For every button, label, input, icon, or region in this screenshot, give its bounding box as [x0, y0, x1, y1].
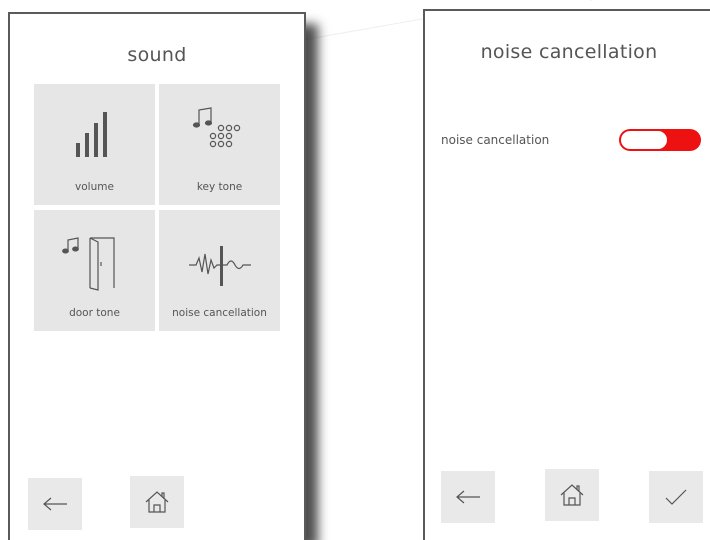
volume-tile[interactable]: volume	[34, 84, 155, 205]
tile-label-key-tone: key tone	[196, 181, 243, 193]
key-tone-tile[interactable]: key tone	[159, 84, 280, 205]
tile-label-noise-cancellation: noise cancellation	[172, 307, 267, 319]
toggle-knob	[620, 130, 668, 150]
confirm-button[interactable]	[649, 471, 703, 523]
page-title: sound	[127, 44, 187, 66]
back-button[interactable]	[441, 471, 495, 523]
tile-label-volume: volume	[75, 181, 114, 193]
back-arrow-icon	[43, 497, 67, 511]
page-title: noise cancellation	[480, 41, 658, 63]
back-button[interactable]	[28, 478, 82, 530]
noise-cancellation-toggle[interactable]	[619, 129, 701, 151]
noise-cancellation-tile[interactable]: noise cancellation	[159, 210, 280, 331]
tile-label-door-tone: door tone	[69, 307, 120, 319]
home-icon	[560, 484, 584, 506]
back-arrow-icon	[456, 490, 480, 504]
checkmark-icon	[665, 489, 687, 505]
noise-cancellation-screen: noise cancellation noise cancellation	[423, 9, 710, 540]
sound-screen: sound volume key tone door tone noise ca…	[8, 12, 306, 540]
home-button[interactable]	[130, 476, 184, 528]
home-icon	[145, 491, 169, 513]
home-button[interactable]	[545, 469, 599, 521]
door-tone-tile[interactable]: door tone	[34, 210, 155, 331]
noise-cancellation-label: noise cancellation	[441, 133, 550, 147]
